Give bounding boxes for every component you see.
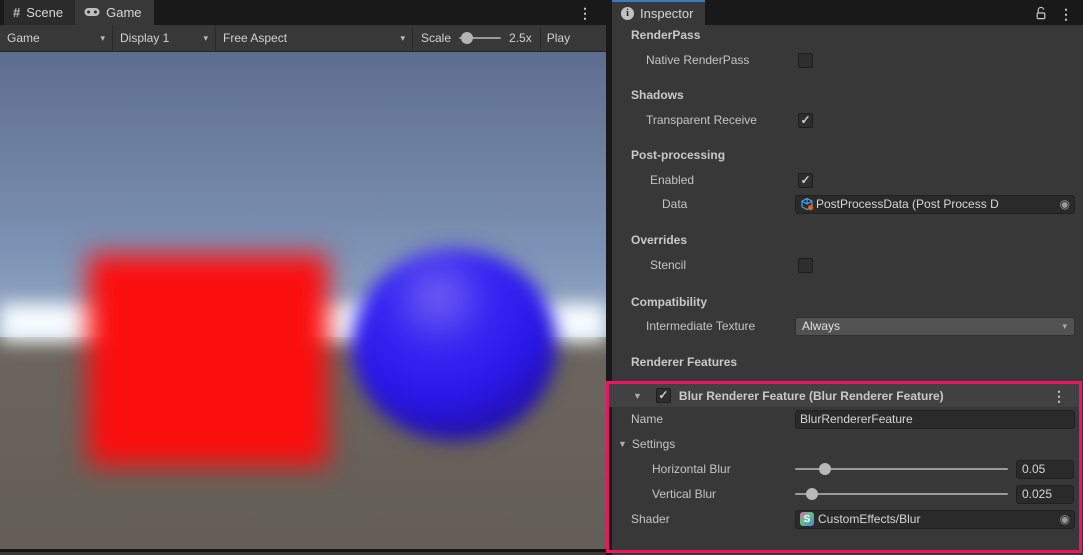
horizontal-blur-row: Horizontal Blur 0.05 <box>652 459 1075 479</box>
native-renderpass-label: Native RenderPass <box>646 53 806 67</box>
enabled-checkbox[interactable]: ✓ <box>798 173 813 188</box>
display-target-dropdown[interactable]: Display 1 ▾ <box>113 25 215 52</box>
game-toolbar: Game ▾ Display 1 ▾ Free Aspect ▾ Scale 2… <box>0 25 606 52</box>
settings-foldout-row[interactable]: ▼ Settings <box>618 434 675 454</box>
blur-feature-title: Blur Renderer Feature (Blur Renderer Fea… <box>679 389 1048 403</box>
check-icon: ✓ <box>658 389 668 401</box>
foldout-arrow-icon: ▼ <box>618 439 627 449</box>
vertical-blur-value: 0.025 <box>1022 487 1052 501</box>
scene-grid-icon: # <box>13 5 20 20</box>
display-target-label: Display 1 <box>120 31 197 45</box>
intermediate-texture-label: Intermediate Texture <box>646 319 795 333</box>
vertical-blur-slider-thumb[interactable] <box>806 488 818 500</box>
check-icon: ✓ <box>800 114 810 126</box>
enabled-label: Enabled <box>650 173 810 187</box>
shader-icon: S <box>800 512 814 526</box>
blur-feature-menu-kebab-icon[interactable]: ⋮ <box>1048 387 1070 405</box>
scale-slider[interactable] <box>459 37 501 39</box>
horizontal-blur-value: 0.05 <box>1022 462 1045 476</box>
scale-slider-thumb[interactable] <box>461 32 473 44</box>
settings-label: Settings <box>632 437 675 451</box>
name-label: Name <box>631 412 795 426</box>
game-view-mode-dropdown[interactable]: Game ▾ <box>0 25 112 52</box>
foldout-arrow-icon[interactable]: ▼ <box>633 391 642 401</box>
data-label: Data <box>662 197 782 211</box>
chevron-down-icon: ▾ <box>100 33 105 44</box>
intermediate-texture-value: Always <box>802 319 840 333</box>
info-icon: i <box>621 7 634 20</box>
inspector-menu-kebab-icon[interactable]: ⋮ <box>1055 5 1077 23</box>
intermediate-texture-dropdown[interactable]: Always ▾ <box>795 317 1075 336</box>
shader-object-field[interactable]: S CustomEffects/Blur ◉ <box>795 510 1075 529</box>
compatibility-header: Compatibility <box>631 292 707 312</box>
scale-value: 2.5x <box>509 31 532 45</box>
inspector-panel: i Inspector ⋮ RenderPass Native RenderPa… <box>612 0 1083 555</box>
feature-name-input[interactable]: BlurRendererFeature <box>795 410 1075 429</box>
feature-name-value: BlurRendererFeature <box>800 412 1070 426</box>
game-panel-tabbar: # Scene Game ⋮ <box>0 0 606 25</box>
shader-value: CustomEffects/Blur <box>818 512 1070 526</box>
horizontal-blur-slider[interactable] <box>795 468 1008 470</box>
chevron-down-icon: ▾ <box>1062 321 1067 332</box>
blue-sphere <box>352 249 557 441</box>
transparent-receive-row: Transparent Receive ✓ <box>646 110 1075 130</box>
transparent-receive-label: Transparent Receive <box>646 113 806 127</box>
blur-feature-enabled-checkbox[interactable]: ✓ <box>656 388 671 403</box>
tab-inspector-label: Inspector <box>640 6 693 21</box>
shadows-header: Shadows <box>631 85 684 105</box>
unity-editor-window: # Scene Game ⋮ Game ▾ Display 1 ▾ <box>0 0 1083 555</box>
view-mode-label: Game <box>7 31 94 45</box>
shader-row: Shader S CustomEffects/Blur ◉ <box>631 509 1075 529</box>
scale-label: Scale <box>421 31 451 45</box>
horizontal-blur-value-field[interactable]: 0.05 <box>1016 460 1074 479</box>
game-render-view[interactable] <box>0 52 606 552</box>
native-renderpass-row: Native RenderPass <box>646 50 1075 70</box>
aspect-ratio-label: Free Aspect <box>223 31 394 45</box>
horizontal-blur-label: Horizontal Blur <box>652 462 795 476</box>
postprocessing-enabled-row: Enabled ✓ <box>650 170 1075 190</box>
postprocess-data-row: Data PostProcessData (Post Process D ◉ <box>662 194 1075 214</box>
tab-game[interactable]: Game <box>75 0 153 25</box>
vertical-blur-value-field[interactable]: 0.025 <box>1016 485 1074 504</box>
unlock-icon[interactable] <box>1035 6 1047 23</box>
stencil-checkbox[interactable] <box>798 258 813 273</box>
transparent-receive-checkbox[interactable]: ✓ <box>798 113 813 128</box>
vertical-blur-label: Vertical Blur <box>652 487 795 501</box>
chevron-down-icon: ▾ <box>400 33 405 44</box>
gamepad-icon <box>84 5 100 20</box>
renderpass-header: RenderPass <box>631 25 700 45</box>
aspect-ratio-dropdown[interactable]: Free Aspect ▾ <box>216 25 412 52</box>
postprocessing-header: Post-processing <box>631 145 725 165</box>
game-panel: # Scene Game ⋮ Game ▾ Display 1 ▾ <box>0 0 606 555</box>
tab-game-label: Game <box>106 5 141 20</box>
postprocess-data-object-field[interactable]: PostProcessData (Post Process D ◉ <box>795 195 1075 214</box>
horizontal-blur-slider-thumb[interactable] <box>819 463 831 475</box>
intermediate-texture-row: Intermediate Texture Always ▾ <box>646 316 1075 336</box>
scriptable-object-icon <box>800 197 814 211</box>
feature-name-row: Name BlurRendererFeature <box>631 409 1075 429</box>
data-value: PostProcessData (Post Process D <box>816 197 1070 211</box>
red-cube <box>88 254 328 466</box>
scale-control: Scale 2.5x <box>413 31 540 45</box>
window-edge <box>0 549 606 552</box>
game-panel-menu-kebab-icon[interactable]: ⋮ <box>574 4 596 22</box>
stencil-label: Stencil <box>650 258 810 272</box>
renderer-features-header: Renderer Features <box>631 352 737 372</box>
inspector-tabbar: i Inspector ⋮ <box>612 0 1083 25</box>
shader-label: Shader <box>631 512 795 526</box>
blur-feature-header[interactable]: ▼ ✓ Blur Renderer Feature (Blur Renderer… <box>609 384 1080 407</box>
tab-scene[interactable]: # Scene <box>4 0 75 25</box>
object-picker-icon[interactable]: ◉ <box>1058 512 1072 526</box>
object-picker-icon[interactable]: ◉ <box>1058 197 1072 211</box>
vertical-blur-slider[interactable] <box>795 493 1008 495</box>
tab-scene-label: Scene <box>26 5 63 20</box>
play-focused-button[interactable]: Play <box>541 31 576 45</box>
stencil-row: Stencil <box>650 255 1075 275</box>
check-icon: ✓ <box>800 174 810 186</box>
chevron-down-icon: ▾ <box>203 33 208 44</box>
tab-inspector[interactable]: i Inspector <box>612 0 705 25</box>
vertical-blur-row: Vertical Blur 0.025 <box>652 484 1075 504</box>
overrides-header: Overrides <box>631 230 687 250</box>
native-renderpass-checkbox[interactable] <box>798 53 813 68</box>
